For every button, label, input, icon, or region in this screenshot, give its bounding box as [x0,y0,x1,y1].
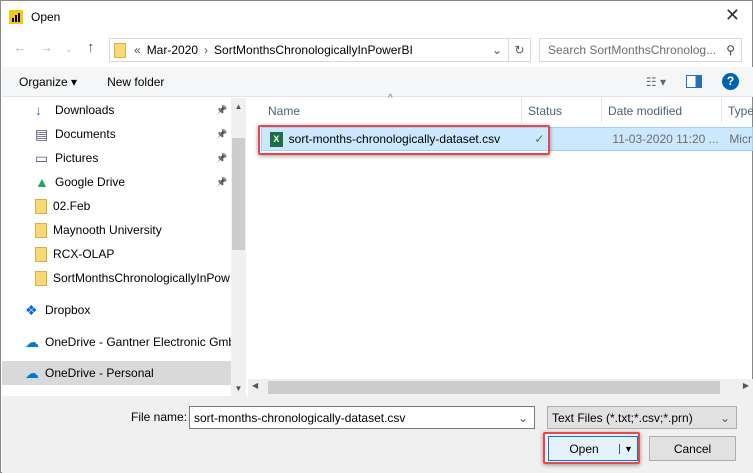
pin-icon[interactable]: 📌 [216,105,227,116]
nav-item-label: Documents [55,127,116,141]
nav-item[interactable]: 02.Feb [2,194,231,218]
address-bar[interactable]: « Mar-2020 › SortMonthsChronologicallyIn… [109,38,531,62]
nav-vertical-scrollbar[interactable]: ▲ ▼ [231,98,246,396]
open-dialog: Open ✕ ← → ⌄ ↑ « Mar-2020 › SortMonthsCh… [0,0,753,473]
onedrive-icon: ☁ [25,365,39,381]
navigation-pane: ↓ Downloads 📌 ▤ Documents 📌 ▭ Pictures 📌 ▲ Google … [2,98,231,396]
dialog-footer: File name: sort-months-chronologically-d… [2,396,753,473]
breadcrumb-current-folder[interactable]: SortMonthsChronologicallyInPowerBI [214,43,413,57]
chevron-down-icon[interactable]: ⌄ [492,43,508,57]
hscroll-thumb[interactable] [268,381,720,394]
column-name[interactable]: Name [248,98,522,123]
view-options-icon[interactable]: ☷ ▾ [646,75,666,89]
nav-item-label: Maynooth University [53,223,162,237]
breadcrumb-overflow[interactable]: « [134,43,141,57]
filter-value: Text Files (*.txt;*.csv;*.prn) [552,410,693,425]
search-icon: ⚲ [726,43,735,57]
search-placeholder: Search SortMonthsChronolog... [548,43,717,57]
folder-icon [35,198,47,214]
cancel-button[interactable]: Cancel [649,436,736,461]
nav-item[interactable]: ▲ Google Drive 📌 [2,170,231,194]
file-date: 11-03-2020 11:20 ... [612,132,719,146]
nav-item-label: Pictures [55,151,99,165]
nav-item-label: Google Drive [55,175,126,189]
nav-item[interactable]: ▤ Documents 📌 [2,122,231,146]
nav-item[interactable]: SortMonthsChronologicallyInPow [2,266,231,290]
chevron-down-icon: ⌄ [719,410,730,425]
nav-item-label: Downloads [55,103,115,117]
folder-icon [35,222,47,238]
back-icon[interactable]: ← [13,39,27,55]
search-input[interactable]: Search SortMonthsChronolog... ⚲ [539,38,742,62]
up-icon[interactable]: ↑ [87,39,95,56]
pin-icon[interactable]: 📌 [216,129,227,140]
file-type: Micr [729,132,752,146]
preview-pane-icon[interactable] [686,75,702,88]
pictures-icon: ▭ [35,150,49,166]
nav-item[interactable]: ☁ OneDrive - Personal [2,361,231,385]
forward-icon[interactable]: → [39,39,53,55]
organize-label: Organize [19,74,68,89]
nav-item-label: RCX-OLAP [53,247,115,261]
nav-item-label: OneDrive - Personal [45,366,154,380]
refresh-icon[interactable]: ↻ [508,39,530,61]
breadcrumb-mar-2020[interactable]: Mar-2020 [147,43,198,57]
close-icon[interactable]: ✕ [725,5,740,26]
folder-icon [114,42,126,58]
nav-item[interactable]: ❖ Dropbox [2,298,231,322]
column-status[interactable]: Status [522,98,602,123]
column-type[interactable]: Type [722,98,753,123]
window-title: Open [31,10,61,24]
open-highlight-box [543,432,640,464]
download-icon: ↓ [35,102,42,118]
horizontal-scrollbar[interactable]: ◀ ▶ [248,379,753,396]
nav-item[interactable]: ☁ OneDrive - Gantner Electronic Gmb [2,330,231,354]
title-bar: Open [9,7,60,27]
file-name-input[interactable]: sort-months-chronologically-dataset.csv … [189,406,535,429]
pin-icon[interactable]: 📌 [216,177,227,188]
nav-item-label: OneDrive - Gantner Electronic Gmb [45,335,231,349]
nav-item-label: SortMonthsChronologicallyInPow [53,271,230,285]
folder-icon [35,246,47,262]
file-highlight-box [258,125,550,155]
dropbox-icon: ❖ [25,302,38,318]
file-name-value: sort-months-chronologically-dataset.csv [194,410,406,425]
onedrive-icon: ☁ [25,334,39,350]
organize-button[interactable]: Organize ▾ [19,75,77,89]
nav-item[interactable]: RCX-OLAP [2,242,231,266]
nav-item[interactable]: ↓ Downloads 📌 [2,98,231,122]
recent-dropdown-icon[interactable]: ⌄ [65,44,73,55]
toolbar: Organize ▾ New folder ☷ ▾ ? [2,67,753,97]
column-date-modified[interactable]: Date modified [602,98,722,123]
nav-item[interactable]: Maynooth University [2,218,231,242]
file-name-label: File name: [131,410,188,424]
new-folder-button[interactable]: New folder [107,75,164,89]
documents-icon: ▤ [35,126,49,142]
scroll-thumb[interactable] [232,138,245,250]
help-icon[interactable]: ? [722,73,739,90]
chevron-down-icon[interactable]: ⌄ [518,411,534,425]
folder-icon [35,270,47,286]
file-type-filter[interactable]: Text Files (*.txt;*.csv;*.prn) ⌄ [547,406,737,429]
nav-item-label: 02.Feb [53,199,91,213]
pin-icon[interactable]: 📌 [216,153,227,164]
power-bi-logo-icon [9,10,23,24]
nav-item[interactable]: ▭ Pictures 📌 [2,146,231,170]
google-drive-icon: ▲ [35,174,49,190]
chevron-right-icon: › [204,43,209,57]
nav-item-label: Dropbox [45,303,91,317]
